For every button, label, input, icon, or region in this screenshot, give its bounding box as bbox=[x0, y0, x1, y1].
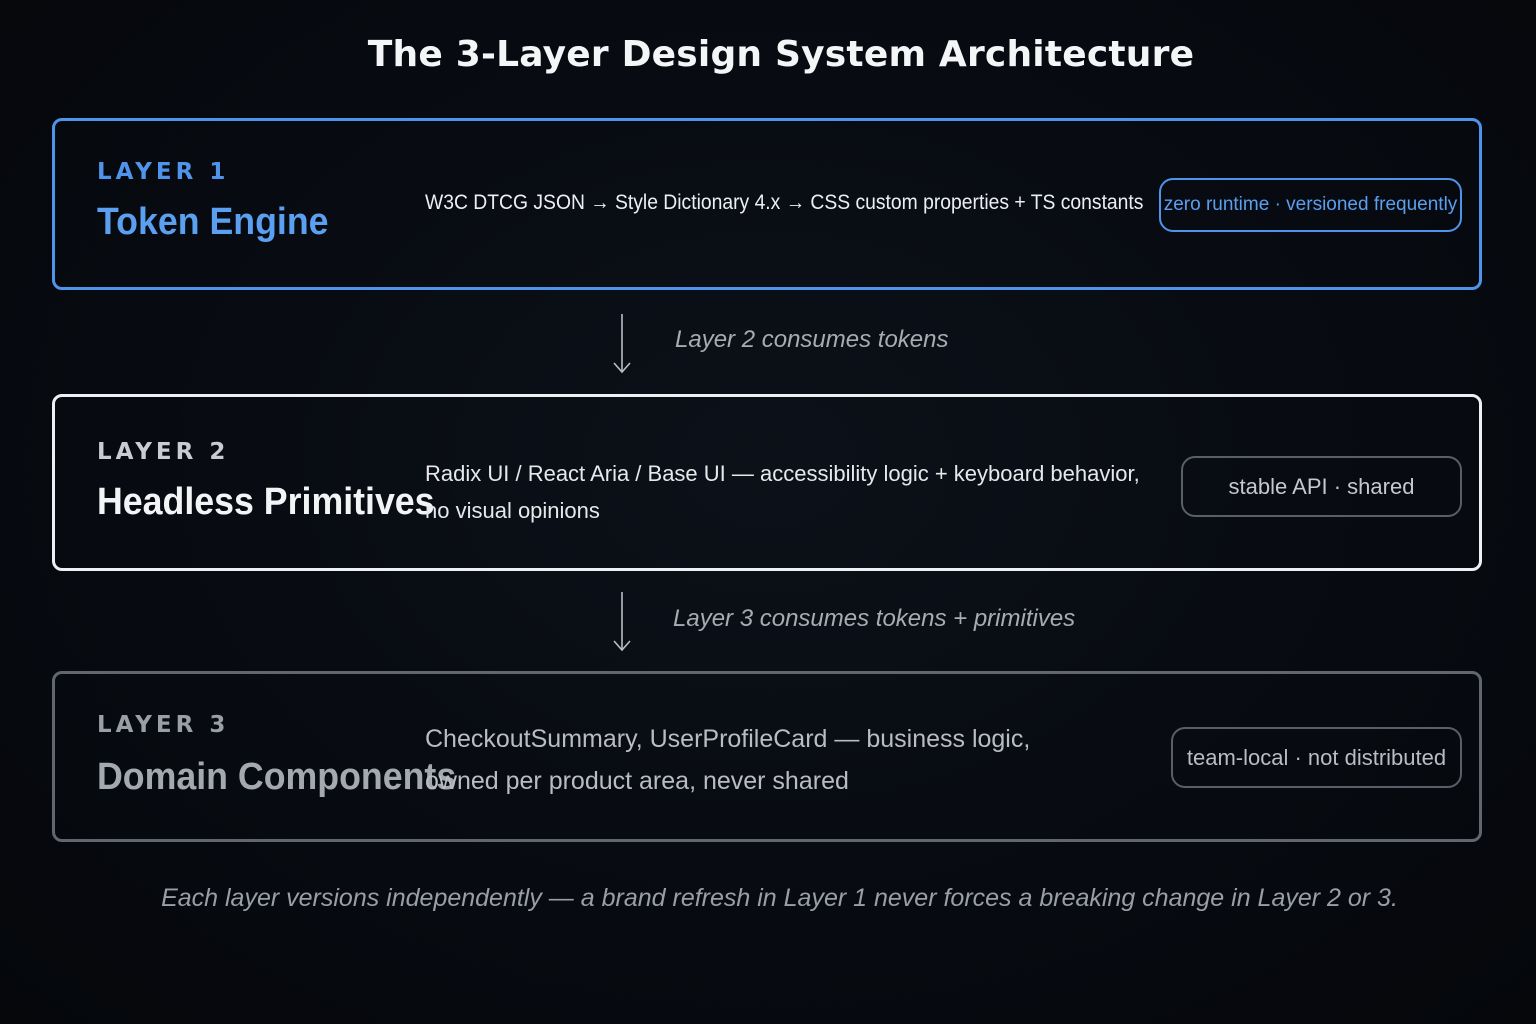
layer-3-description: CheckoutSummary, UserProfileCard — busin… bbox=[425, 718, 1030, 802]
layer-2-description-line: no visual opinions bbox=[425, 498, 600, 523]
layer-1-name: Token Engine bbox=[97, 201, 329, 243]
layer-3-kicker: LAYER 3 bbox=[97, 712, 230, 738]
layer-1-badge: zero runtime · versioned frequently bbox=[1159, 178, 1462, 232]
layer-1-description: W3C DTCG JSON → Style Dictionary 4.x → C… bbox=[425, 191, 1143, 215]
layer-3-description-line: CheckoutSummary, UserProfileCard — busin… bbox=[425, 725, 1031, 753]
layer-2-kicker: LAYER 2 bbox=[97, 439, 230, 465]
layer-3-description-line: owned per product area, never shared bbox=[425, 767, 849, 795]
diagram-title: The 3-Layer Design System Architecture bbox=[367, 34, 1195, 75]
layer-2-name: Headless Primitives bbox=[97, 481, 435, 523]
connector-2-label: Layer 3 consumes tokens + primitives bbox=[673, 605, 1076, 632]
layer-1-kicker: LAYER 1 bbox=[97, 159, 230, 185]
layer-2-description-line: Radix UI / React Aria / Base UI — access… bbox=[425, 461, 1140, 486]
layer-1-description-line: W3C DTCG JSON → Style Dictionary 4.x → C… bbox=[425, 191, 1144, 214]
layer-1-card: LAYER 1 Token Engine W3C DTCG JSON → Sty… bbox=[52, 118, 1482, 290]
layer-3-badge: team-local · not distributed bbox=[1171, 727, 1462, 788]
connector-1-label: Layer 2 consumes tokens bbox=[675, 326, 949, 353]
arrow-down-icon bbox=[613, 314, 631, 374]
layer-2-card: LAYER 2 Headless Primitives Radix UI / R… bbox=[52, 394, 1482, 571]
arrow-down-icon bbox=[613, 592, 631, 652]
layer-2-badge: stable API · shared bbox=[1181, 456, 1462, 517]
layer-3-name: Domain Components bbox=[97, 756, 457, 798]
footer-note: Each layer versions independently — a br… bbox=[161, 884, 1398, 912]
layer-2-description: Radix UI / React Aria / Base UI — access… bbox=[425, 455, 1140, 529]
layer-3-card: LAYER 3 Domain Components CheckoutSummar… bbox=[52, 671, 1482, 842]
